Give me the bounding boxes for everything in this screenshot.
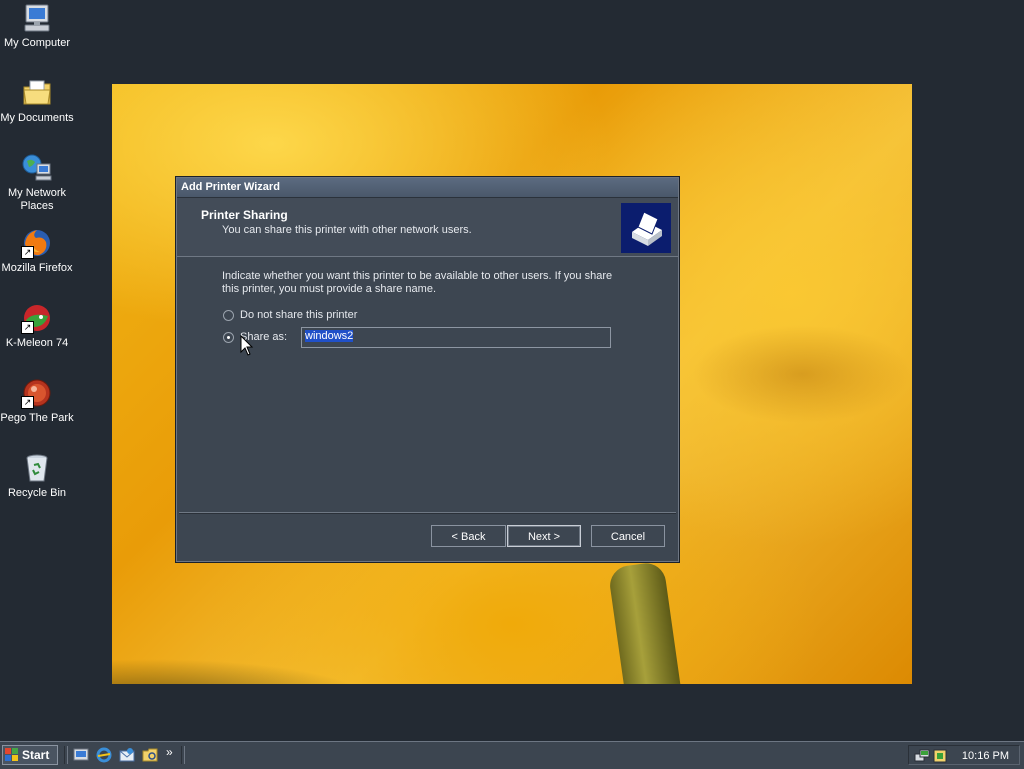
- start-button[interactable]: Start: [2, 745, 58, 765]
- start-label: Start: [22, 748, 50, 762]
- shortcut-arrow-icon: ↗: [21, 396, 34, 409]
- desktop-icon-label: K-Meleon 74: [5, 337, 69, 349]
- taskbar: Start » 10:16 PM: [0, 741, 1024, 769]
- radio-button-selected[interactable]: [223, 331, 234, 343]
- shortcut-arrow-icon: ↗: [21, 246, 34, 259]
- quick-launch-overflow-button[interactable]: »: [166, 745, 173, 759]
- windows-explorer-icon[interactable]: [142, 747, 158, 763]
- wallpaper-shading: [672, 304, 912, 444]
- desktop-icon-label: Pego The Park: [0, 412, 74, 424]
- add-printer-wizard-dialog: Add Printer Wizard Printer Sharing You c…: [176, 177, 679, 562]
- dialog-title: Add Printer Wizard: [181, 181, 280, 193]
- radio-share-as[interactable]: Share as:: [223, 331, 287, 343]
- k-meleon-icon: ↗: [21, 302, 53, 334]
- dialog-title-bar[interactable]: Add Printer Wizard: [177, 178, 678, 198]
- firefox-icon: ↗: [21, 227, 53, 259]
- footer-divider: [179, 512, 676, 514]
- share-name-input[interactable]: windows2: [301, 327, 611, 348]
- radio-do-not-share[interactable]: Do not share this printer: [223, 309, 357, 321]
- next-button[interactable]: Next >: [507, 525, 581, 547]
- desktop-icon-recycle-bin[interactable]: Recycle Bin: [0, 452, 74, 500]
- windows-logo-icon: [5, 748, 18, 761]
- pego-icon: ↗: [21, 377, 53, 409]
- internet-explorer-icon[interactable]: [96, 747, 112, 763]
- desktop-icon-label: Recycle Bin: [7, 487, 67, 499]
- printer-icon: [621, 203, 671, 253]
- wizard-header: Printer Sharing You can share this print…: [177, 198, 678, 257]
- desktop-icon-label: My Network Places: [0, 187, 74, 213]
- desktop-icon-label: Mozilla Firefox: [1, 262, 73, 274]
- desktop-icon-label: My Computer: [3, 37, 71, 49]
- back-button[interactable]: < Back: [431, 525, 506, 547]
- network-icon: [21, 152, 53, 184]
- radio-button[interactable]: [223, 309, 234, 321]
- computer-icon: [21, 2, 53, 34]
- tray-app-icon[interactable]: [932, 748, 948, 764]
- desktop-icon-k-meleon[interactable]: ↗ K-Meleon 74: [0, 302, 74, 350]
- desktop-icon-mozilla-firefox[interactable]: ↗ Mozilla Firefox: [0, 227, 74, 275]
- header-title: Printer Sharing: [201, 208, 288, 222]
- label-line: My Network: [7, 187, 67, 199]
- wallpaper-shadow: [112, 624, 912, 684]
- header-subtitle: You can share this printer with other ne…: [222, 224, 472, 236]
- desktop-icon-my-documents[interactable]: My Documents: [0, 77, 74, 125]
- taskbar-divider: [181, 746, 185, 764]
- label-line: Places: [20, 200, 54, 212]
- desktop-icon-my-computer[interactable]: My Computer: [0, 2, 74, 50]
- quick-launch-divider: [64, 746, 68, 764]
- share-name-value: windows2: [305, 330, 354, 342]
- desktop-icon-pego-the-park[interactable]: ↗ Pego The Park: [0, 377, 74, 425]
- outlook-express-icon[interactable]: [119, 747, 135, 763]
- system-tray: 10:16 PM: [908, 745, 1020, 765]
- recycle-bin-icon: [21, 452, 53, 484]
- mouse-pointer-icon: [240, 334, 254, 360]
- documents-folder-icon: [21, 77, 53, 109]
- shortcut-arrow-icon: ↗: [21, 321, 34, 334]
- network-status-icon[interactable]: [914, 748, 930, 764]
- taskbar-clock[interactable]: 10:16 PM: [962, 750, 1009, 762]
- radio-label: Do not share this printer: [240, 309, 358, 321]
- show-desktop-icon[interactable]: [73, 747, 89, 763]
- cancel-button[interactable]: Cancel: [591, 525, 665, 547]
- desktop-icon-label: My Documents: [0, 112, 74, 124]
- desktop-icon-my-network-places[interactable]: My Network Places: [0, 152, 74, 213]
- sharing-description: Indicate whether you want this printer t…: [222, 270, 613, 295]
